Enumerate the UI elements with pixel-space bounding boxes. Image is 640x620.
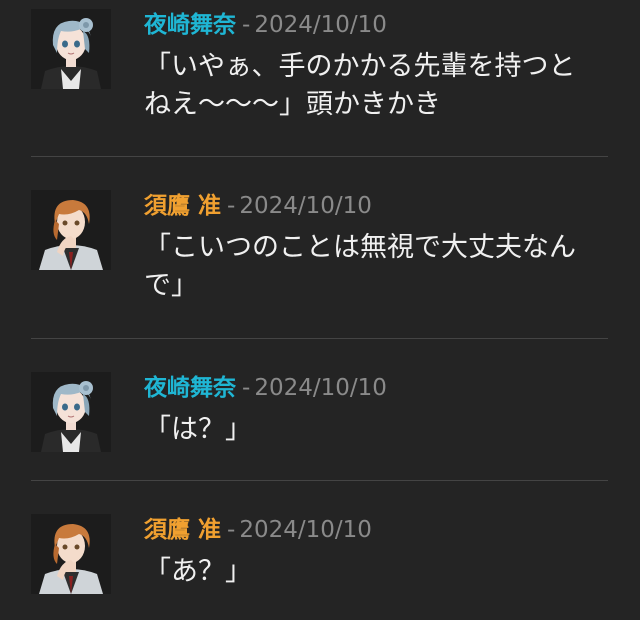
message-line: 「あ？」 (144, 556, 252, 587)
author-name[interactable]: 須鷹 准 (144, 517, 221, 543)
avatar[interactable] (31, 190, 111, 270)
timestamp: 2024/10/10 (239, 193, 372, 219)
message-text: 「こいつのことは無視で大丈夫なん で」 (144, 229, 614, 305)
author-name[interactable]: 須鷹 准 (144, 193, 221, 219)
message-line: 「いやぁ、手のかかる先輩を持つと (144, 51, 576, 82)
separator: - (227, 193, 236, 219)
avatar[interactable] (31, 372, 111, 452)
author-name[interactable]: 夜崎舞奈 (144, 375, 236, 401)
author-name[interactable]: 夜崎舞奈 (144, 12, 236, 38)
message-line: 「こいつのことは無視で大丈夫なん (144, 232, 576, 263)
separator: - (227, 517, 236, 543)
separator: - (242, 12, 251, 38)
message-line: ねえ～～～」頭かきかき (144, 89, 441, 120)
message-text: 「あ？」 (144, 553, 614, 591)
avatar[interactable] (31, 9, 111, 89)
timestamp: 2024/10/10 (254, 12, 387, 38)
timestamp: 2024/10/10 (239, 517, 372, 543)
divider (31, 156, 608, 157)
message-text: 「いやぁ、手のかかる先輩を持つと ねえ～～～」頭かきかき (144, 48, 614, 124)
message-line: で」 (144, 270, 198, 301)
message-line: 「は？」 (144, 414, 252, 445)
chat-log: 夜崎舞奈 -2024/10/10 「いやぁ、手のかかる先輩を持つと ねえ～～～」頭… (0, 0, 640, 620)
message-text: 「は？」 (144, 411, 614, 449)
avatar[interactable] (31, 514, 111, 594)
divider (31, 480, 608, 481)
timestamp: 2024/10/10 (254, 375, 387, 401)
separator: - (242, 375, 251, 401)
divider (31, 338, 608, 339)
